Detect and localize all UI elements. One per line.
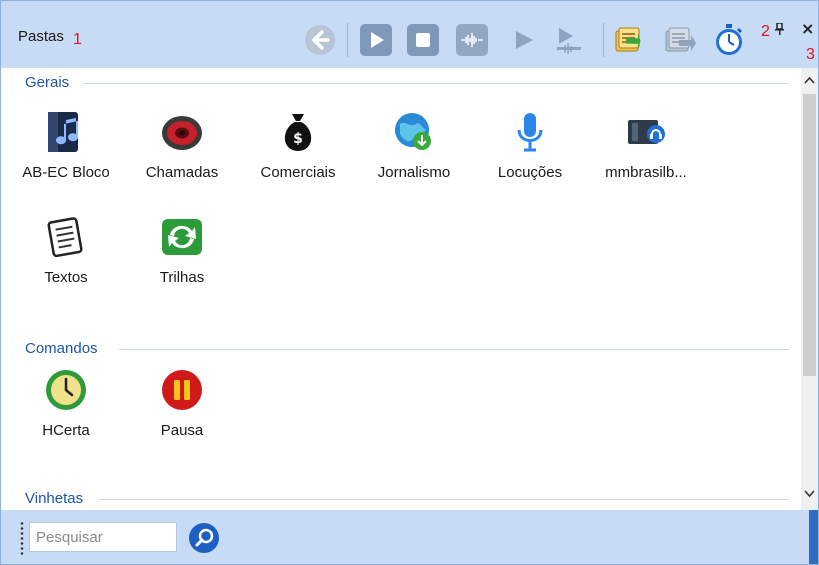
panel-header: Pastas 1 2 × 3 [1, 1, 818, 68]
folder-item-chamadas[interactable]: Chamadas [123, 110, 241, 181]
music-note-icon [44, 110, 88, 154]
back-button[interactable] [303, 23, 337, 57]
panel-corner [809, 510, 818, 564]
svg-text:$: $ [293, 131, 303, 147]
annotation-marker-2: 2 [761, 23, 770, 40]
folder-item-label: Comerciais [260, 164, 336, 181]
toolbar-separator [603, 23, 604, 57]
play-button[interactable] [359, 23, 393, 57]
notepad-icon [44, 215, 88, 259]
scrollbar-thumb[interactable] [803, 94, 816, 376]
play-icon [360, 24, 392, 56]
speaker-icon [160, 110, 204, 154]
back-arrow-icon [305, 25, 335, 55]
command-item-label: Pausa [160, 422, 204, 439]
media-folder-icon [624, 110, 668, 154]
stop-button[interactable] [406, 23, 440, 57]
command-item-pausa[interactable]: Pausa [123, 368, 241, 439]
group-divider [99, 499, 789, 500]
play-small-icon [516, 31, 533, 49]
folder-item-label: Chamadas [145, 164, 219, 181]
search-button[interactable] [188, 522, 220, 554]
export-playlist-button[interactable] [613, 23, 647, 57]
cue-icon [557, 28, 581, 54]
group-divider [84, 83, 789, 84]
annotation-marker-3: 3 [806, 46, 815, 63]
vertical-scrollbar[interactable] [801, 68, 818, 510]
export-playlist-icon [615, 27, 641, 52]
folder-item-locucoes[interactable]: Locuções [471, 110, 589, 181]
command-item-hcerta[interactable]: HCerta [7, 368, 125, 439]
close-icon[interactable]: × [801, 19, 814, 38]
search-icon [189, 523, 219, 553]
cue-button[interactable] [551, 23, 585, 57]
group-heading-vinhetas: Vinhetas [25, 490, 84, 507]
toolbar-separator [347, 23, 348, 57]
waveform-icon [456, 24, 488, 56]
drag-grip-icon[interactable] [20, 521, 24, 555]
folder-item-label: Trilhas [159, 269, 205, 286]
folder-item-mmbrasilb[interactable]: mmbrasilb... [587, 110, 705, 181]
stop-icon [407, 24, 439, 56]
folder-item-ab-ec-bloco[interactable]: AB-EC Bloco [7, 110, 125, 181]
clock-icon [44, 368, 88, 412]
stopwatch-button[interactable] [712, 23, 746, 57]
folder-item-trilhas[interactable]: Trilhas [123, 215, 241, 286]
scroll-up-icon[interactable] [801, 72, 818, 90]
group-divider [119, 349, 789, 350]
search-bar [1, 510, 818, 564]
play-next-button[interactable] [507, 23, 541, 57]
folder-item-label: Locuções [497, 164, 563, 181]
stopwatch-icon [716, 24, 743, 55]
folder-list: Gerais AB-EC Bloco Chamadas $ Comerciais… [1, 68, 801, 510]
folder-item-jornalismo[interactable]: Jornalismo [355, 110, 473, 181]
pin-icon[interactable] [775, 22, 784, 38]
folder-item-label: Textos [44, 269, 88, 286]
folder-item-label: Jornalismo [377, 164, 451, 181]
panel-title: Pastas [18, 28, 64, 45]
microphone-icon [508, 110, 552, 154]
folder-item-label: AB-EC Bloco [22, 164, 110, 181]
search-input[interactable] [29, 522, 177, 552]
folder-item-comerciais[interactable]: $ Comerciais [239, 110, 357, 181]
import-playlist-button[interactable] [663, 23, 697, 57]
import-playlist-icon [665, 27, 696, 52]
pastas-panel: Pastas 1 2 × 3 Gerais AB-EC Bloco Chamad… [0, 0, 819, 565]
waveform-button[interactable] [455, 23, 489, 57]
annotation-marker-1: 1 [73, 31, 82, 48]
group-heading-comandos: Comandos [25, 340, 98, 357]
group-heading-gerais: Gerais [25, 74, 70, 91]
command-item-label: HCerta [42, 422, 90, 439]
globe-download-icon [392, 110, 436, 154]
money-bag-icon: $ [276, 110, 320, 154]
refresh-arrows-icon [160, 215, 204, 259]
scroll-down-icon[interactable] [801, 486, 818, 504]
pause-icon [160, 368, 204, 412]
folder-item-label: mmbrasilb... [605, 164, 687, 181]
folder-item-textos[interactable]: Textos [7, 215, 125, 286]
